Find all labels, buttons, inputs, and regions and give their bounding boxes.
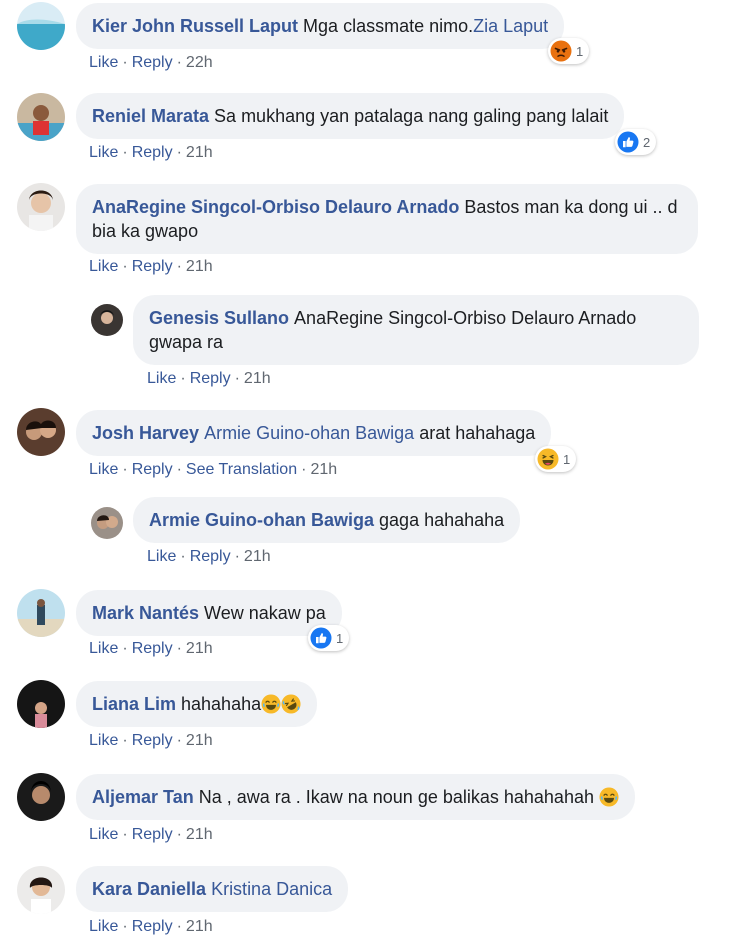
reaction-count: 1 [576,43,584,59]
avatar[interactable] [91,507,123,539]
reply-link[interactable]: Reply [132,640,173,657]
comment-actions: Like · Reply · 21h [89,732,213,749]
comment-bubble: Kara Daniella Kristina Danica [76,866,349,912]
tears-of-joy-emoji-icon [599,787,619,807]
reply-link[interactable]: Reply [132,918,173,935]
comment-text: hahahaha [181,694,262,714]
commenter-name[interactable]: Kara Daniella [92,879,206,899]
commenter-name[interactable]: Aljemar Tan [92,787,194,807]
timestamp[interactable]: 21h [186,826,213,843]
like-link[interactable]: Like [89,461,118,478]
comment-actions: Like · Reply · 21h [89,144,213,161]
comment-text: Wew nakaw pa [204,603,326,623]
timestamp[interactable]: 22h [186,54,213,71]
mention-link[interactable]: Armie Guino-ohan Bawiga [204,423,414,443]
like-link[interactable]: Like [89,826,118,843]
angry-reaction-icon [550,40,572,62]
like-link[interactable]: Like [89,54,118,71]
timestamp[interactable]: 21h [186,144,213,161]
reaction-count: 2 [643,134,651,150]
comment-bubble: Reniel Marata Sa mukhang yan patalaga nan… [76,93,625,139]
reply-link[interactable]: Reply [132,54,173,71]
tears-of-joy-emoji-icon [261,694,281,714]
comment-bubble: Josh Harvey Armie Guino-ohan Bawiga arat … [76,410,552,456]
avatar[interactable] [91,304,123,336]
comment-bubble: Mark Nantés Wew nakaw pa [76,590,342,636]
commenter-name[interactable]: Josh Harvey [92,423,199,443]
reaction-summary[interactable]: 2 [615,129,657,155]
comment-bubble: Genesis Sullano AnaRegine Singcol-Orbiso … [133,295,699,365]
reply-link[interactable]: Reply [190,548,231,565]
like-link[interactable]: Like [147,370,176,387]
commenter-name[interactable]: Armie Guino-ohan Bawiga [149,510,374,530]
comment-actions: Like · Reply · 21h [147,548,271,565]
like-reaction-icon [310,627,332,649]
comment-actions: Like · Reply · 21h [89,918,213,935]
comment-actions: Like · Reply · 22h [89,54,213,71]
reaction-summary[interactable]: 1 [535,446,577,472]
comment-text: Sa mukhang yan patalaga nang galing pang… [214,106,609,126]
comment-actions: Like · Reply · 21h [89,640,213,657]
timestamp[interactable]: 21h [244,370,271,387]
commenter-name[interactable]: Reniel Marata [92,106,209,126]
like-link[interactable]: Like [89,640,118,657]
comment-bubble: AnaRegine Singcol-Orbiso Delauro Arnado B… [76,184,698,254]
avatar[interactable] [17,408,65,456]
comment-actions: Like · Reply · See Translation · 21h [89,461,338,478]
timestamp[interactable]: 21h [310,461,337,478]
timestamp[interactable]: 21h [186,258,213,275]
reply-link[interactable]: Reply [132,732,173,749]
like-reaction-icon [617,131,639,153]
comment-actions: Like · Reply · 21h [89,826,213,843]
avatar[interactable] [17,93,65,141]
rofl-emoji-icon [281,694,301,714]
reply-link[interactable]: Reply [132,461,173,478]
comment-bubble: Liana Lim hahahaha [76,681,318,727]
timestamp[interactable]: 21h [244,548,271,565]
comment-text: arat hahahaga [419,423,536,443]
like-link[interactable]: Like [89,732,118,749]
avatar[interactable] [17,680,65,728]
like-link[interactable]: Like [147,548,176,565]
see-translation-link[interactable]: See Translation [186,461,297,478]
comment-bubble: Kier John Russell Laput Mga classmate nim… [76,3,565,49]
like-link[interactable]: Like [89,258,118,275]
avatar[interactable] [17,773,65,821]
reply-link[interactable]: Reply [190,370,231,387]
avatar[interactable] [17,866,65,914]
avatar[interactable] [17,183,65,231]
timestamp[interactable]: 21h [186,732,213,749]
mention-link[interactable]: Zia Laput [473,16,548,36]
like-link[interactable]: Like [89,918,118,935]
timestamp[interactable]: 21h [186,918,213,935]
like-link[interactable]: Like [89,144,118,161]
timestamp[interactable]: 21h [186,640,213,657]
avatar[interactable] [17,589,65,637]
reaction-summary[interactable]: 1 [308,625,350,651]
reaction-summary[interactable]: 1 [548,38,590,64]
avatar[interactable] [17,2,65,50]
comment-text: Na , awa ra . Ikaw na noun ge balikas ha… [198,787,594,807]
reply-link[interactable]: Reply [132,826,173,843]
commenter-name[interactable]: Kier John Russell Laput [92,16,298,36]
comment-bubble: Aljemar Tan Na , awa ra . Ikaw na noun ge… [76,774,635,820]
comment-text: Mga classmate nimo. [303,16,474,36]
commenter-name[interactable]: Genesis Sullano [149,308,289,328]
haha-reaction-icon [537,448,559,470]
comment-text: gaga hahahaha [379,510,505,530]
comment-bubble: Armie Guino-ohan Bawiga gaga hahahaha [133,497,521,543]
reply-link[interactable]: Reply [132,144,173,161]
comment-actions: Like · Reply · 21h [147,370,271,387]
commenter-name[interactable]: AnaRegine Singcol-Orbiso Delauro Arnado [92,197,459,217]
reaction-count: 1 [563,451,571,467]
commenter-name[interactable]: Mark Nantés [92,603,199,623]
commenter-name[interactable]: Liana Lim [92,694,176,714]
reaction-count: 1 [336,630,344,646]
mention-link[interactable]: Kristina Danica [211,879,332,899]
reply-link[interactable]: Reply [132,258,173,275]
comment-actions: Like · Reply · 21h [89,258,213,275]
